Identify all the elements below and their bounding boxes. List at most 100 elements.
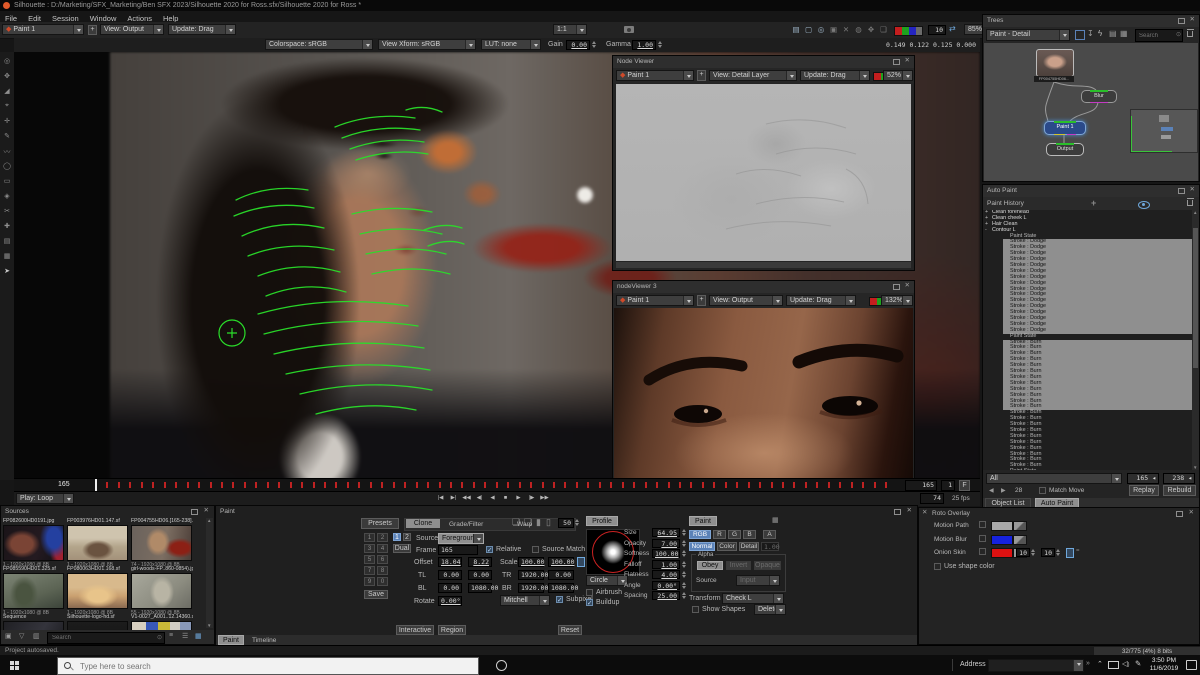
close-panel-icon[interactable]: ✕ <box>905 58 910 64</box>
next-keyframe-button[interactable]: ▶▶ <box>538 493 551 504</box>
timeline-bar[interactable]: 165 165 1 F <box>14 478 980 492</box>
clone-source-2-button[interactable]: 2 <box>403 533 411 541</box>
source-thumbnail[interactable] <box>3 621 64 630</box>
save-preset-button[interactable]: Save <box>364 590 388 599</box>
node-selector[interactable]: ◆ Paint 1 <box>616 70 694 81</box>
subpixel-checkbox[interactable] <box>556 596 563 603</box>
tr-x-field[interactable]: 1920.00 <box>518 570 544 580</box>
channel-rgb-bar[interactable] <box>894 26 923 36</box>
clear-search-icon[interactable]: ⊙ <box>1176 31 1181 38</box>
filter-dropdown[interactable]: Mitchell <box>500 595 550 606</box>
point-tool-icon[interactable]: ✛ <box>1 117 13 125</box>
overlay-checkbox[interactable] <box>979 535 986 542</box>
float-panel-icon[interactable] <box>893 284 900 290</box>
mode-detail-button[interactable]: Detail <box>739 542 759 551</box>
grid-tool-icon[interactable]: ▦ <box>1 252 13 260</box>
paint-history-list[interactable]: +Clean forehead+Clean cheek L+Hair Clean… <box>983 210 1192 470</box>
float-panel-icon[interactable] <box>1178 18 1185 24</box>
preset-slot-3-button[interactable]: 3 <box>364 544 375 553</box>
opaque-button[interactable]: Opaque <box>754 561 781 570</box>
ellipse-tool-icon[interactable]: ◯ <box>1 162 13 170</box>
offset-y-field[interactable]: 8.22 <box>468 557 492 567</box>
filter-icon[interactable]: ▽ <box>19 632 24 640</box>
view-mode-dropdown[interactable]: View: Detail Layer <box>709 70 797 81</box>
node-graph[interactable]: FP004755HD06... Blur Paint 1 Output <box>984 43 1198 181</box>
onion-after-stepper[interactable] <box>1056 548 1061 557</box>
bl-x-field[interactable]: 0.00 <box>438 583 462 593</box>
save-tree-icon[interactable]: ▦ <box>1120 29 1128 38</box>
node-selector[interactable]: ◆ Paint 1 <box>616 295 694 306</box>
float-panel-icon[interactable] <box>893 59 900 65</box>
tl-y-field[interactable]: 0.00 <box>468 570 492 580</box>
delete-node-icon[interactable] <box>1187 31 1193 37</box>
dual-button[interactable]: Dual <box>393 544 411 553</box>
start-button[interactable] <box>10 661 19 670</box>
mode-normal-button[interactable]: Normal <box>689 542 715 551</box>
select-tool-icon[interactable]: ◢ <box>1 87 13 95</box>
param-opacity-stepper[interactable] <box>682 539 687 548</box>
source-thumbnail[interactable] <box>67 525 128 561</box>
frame-step-field[interactable]: 1 <box>941 480 955 491</box>
close-panel-icon[interactable]: ✕ <box>1189 510 1194 516</box>
volume-tray-icon[interactable]: ◁) <box>1122 659 1129 668</box>
zoom-dropdown[interactable]: 132% <box>881 295 913 306</box>
delete-history-icon[interactable] <box>1187 200 1193 206</box>
view-mode-dropdown[interactable]: View: Output <box>100 24 164 35</box>
float-panel-icon[interactable] <box>894 509 901 515</box>
scroll-down-icon[interactable]: ▼ <box>1193 465 1197 470</box>
preset-slot-4-button[interactable]: 4 <box>377 544 388 553</box>
presets-button[interactable]: Presets <box>361 518 399 529</box>
frame-mode-button[interactable]: F <box>959 480 970 491</box>
picker-tool-icon[interactable]: ✚ <box>1 222 13 230</box>
detail-layer-image[interactable] <box>616 84 911 261</box>
overlay-color-swatch[interactable] <box>991 535 1013 545</box>
sources-scrollbar[interactable]: ▲ ▼ <box>206 518 213 628</box>
sources-search-input[interactable] <box>50 633 154 643</box>
close-panel-icon[interactable]: ✕ <box>1190 187 1195 193</box>
tab-timeline[interactable]: Timeline <box>252 637 276 644</box>
history-scrollbar[interactable]: ▲ ▼ <box>1192 210 1199 470</box>
rectangle-tool-icon[interactable]: ▭ <box>1 177 13 185</box>
tree-selector-dropdown[interactable]: Paint - Detail <box>986 29 1070 41</box>
clone-frame-field[interactable]: 165 <box>438 545 478 555</box>
transform-tool-icon[interactable]: ⌖ <box>1 102 13 110</box>
source-thumbnail[interactable] <box>3 573 64 609</box>
trees-search-input[interactable] <box>1137 30 1177 41</box>
brush-preset-icon[interactable]: ❏ <box>512 517 520 528</box>
close-panel-icon[interactable]: ✕ <box>1190 17 1195 23</box>
view-mode-dropdown[interactable]: View: Output <box>709 295 783 306</box>
channel-a-button[interactable]: A <box>763 530 776 539</box>
reset-button[interactable]: Reset <box>558 625 582 635</box>
param-size-field[interactable]: 64.95 <box>652 528 680 537</box>
brush-size-field[interactable]: 50 <box>558 518 574 528</box>
step-back-button[interactable]: ◀| <box>473 493 486 504</box>
param-softness-field[interactable]: 100.00 <box>652 549 680 558</box>
channel-rgb-button[interactable]: RGB <box>689 530 711 539</box>
param-softness-stepper[interactable] <box>682 549 687 558</box>
detail-view-icon[interactable]: ☰ <box>182 632 188 640</box>
overlay-color-swatch[interactable] <box>991 521 1013 531</box>
source-thumbnail[interactable] <box>67 573 128 609</box>
panel-menu-icon[interactable]: ✕ <box>922 510 927 516</box>
go-button[interactable]: » <box>1086 660 1090 667</box>
play-mode-dropdown[interactable]: Play: Loop <box>16 493 74 504</box>
bl-y-field[interactable]: 1080.00 <box>468 583 492 593</box>
history-filter-dropdown[interactable]: All <box>986 473 1122 484</box>
cortana-icon[interactable] <box>496 660 507 671</box>
notification-center-icon[interactable] <box>1186 660 1197 670</box>
tab-paint[interactable]: Paint <box>218 635 244 645</box>
close-view-icon[interactable]: ✕ <box>840 24 852 36</box>
gain-field[interactable]: 0.00 <box>566 40 590 50</box>
onion-lock-icon[interactable] <box>1066 548 1074 558</box>
view-xform-dropdown[interactable]: View Xform: sRGB <box>378 39 476 50</box>
param-falloff-field[interactable]: 1.00 <box>652 560 680 569</box>
taskbar-search-input[interactable] <box>78 659 462 673</box>
invert-button[interactable]: Invert <box>726 561 751 570</box>
address-combo[interactable] <box>988 659 1084 672</box>
pan-hand-icon[interactable]: ✥ <box>865 24 877 36</box>
visibility-eye-icon[interactable] <box>1138 201 1150 209</box>
update-mode-dropdown[interactable]: Update: Drag <box>800 70 870 81</box>
param-falloff-stepper[interactable] <box>682 560 687 569</box>
thumbnail-view-icon[interactable]: ▦ <box>195 632 202 640</box>
channel-b-button[interactable]: B <box>743 530 756 539</box>
